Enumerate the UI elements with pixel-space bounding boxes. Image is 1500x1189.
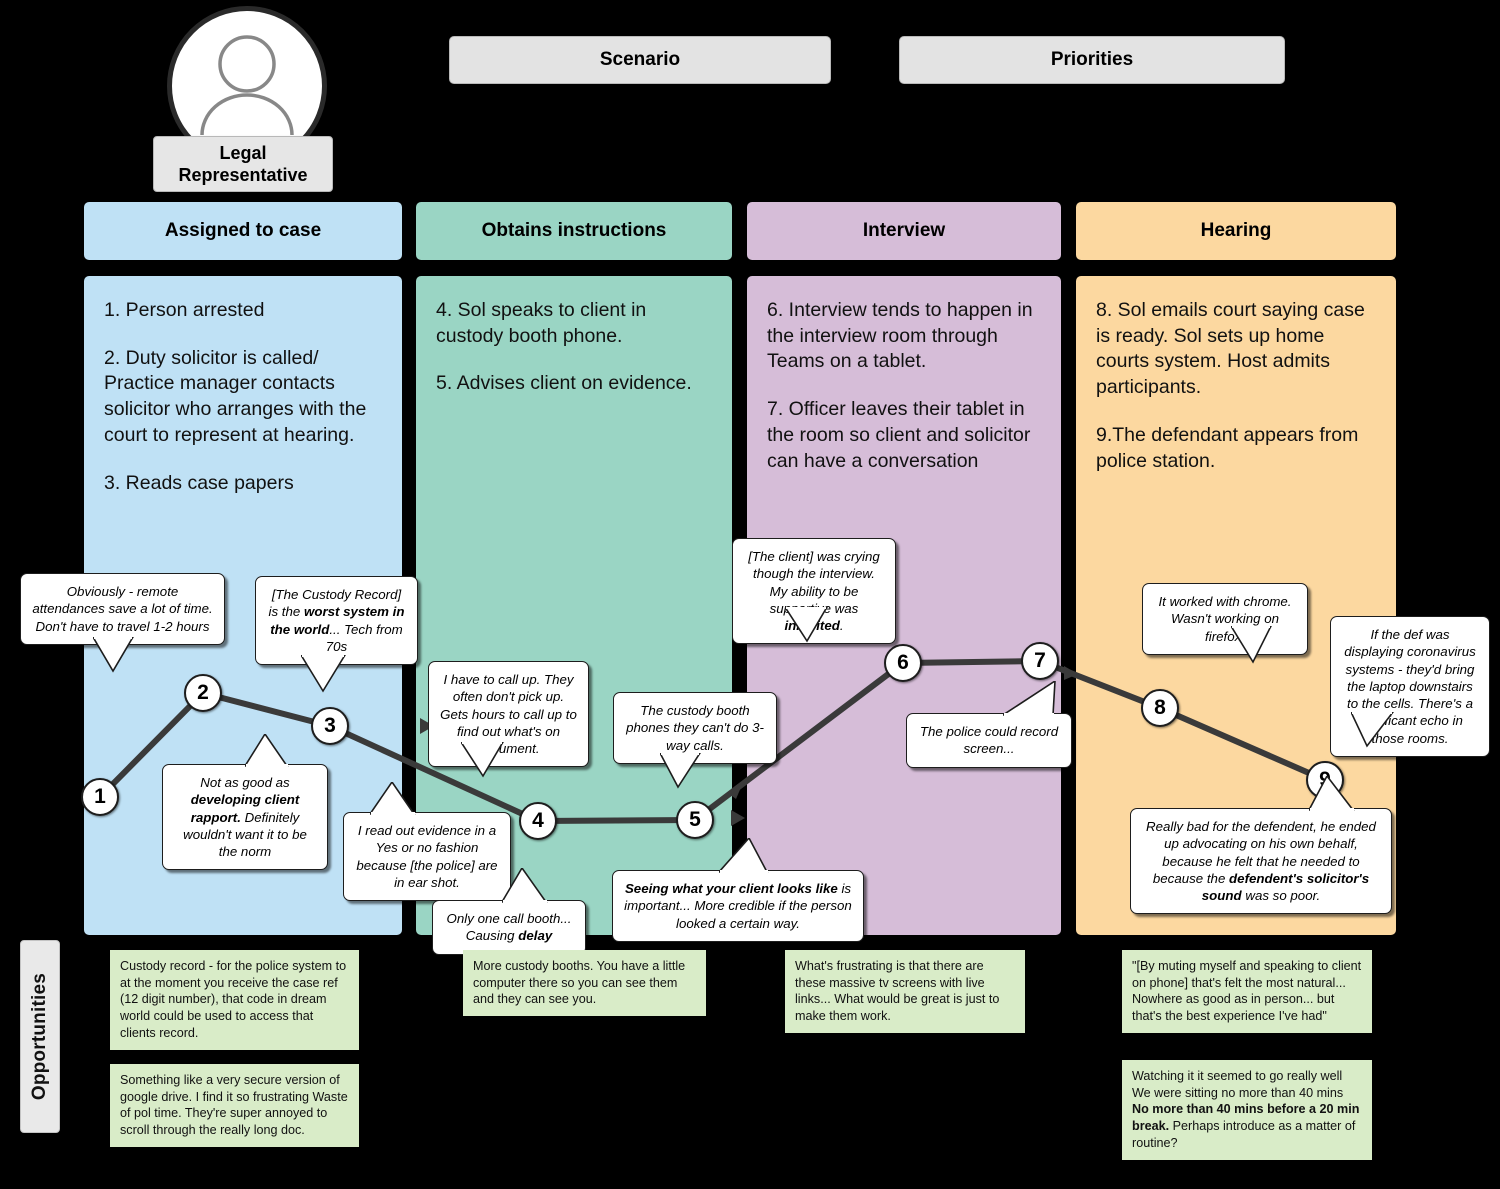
quote-bubble-1: Obviously - remote attendances save a lo… — [20, 573, 225, 673]
bubble-tail-icon — [93, 637, 134, 673]
bubble-tail-icon — [1351, 712, 1395, 748]
journey-node-5[interactable]: 5 — [676, 801, 714, 839]
bubble-tail-icon — [502, 868, 548, 904]
bubble-tail-icon — [245, 734, 289, 768]
bubble-tail-icon — [461, 742, 504, 778]
journey-node-1[interactable]: 1 — [81, 778, 119, 816]
quote-text: Obviously - remote attendances save a lo… — [32, 584, 213, 634]
quote-bubble-7: The custody booth phones they can't do 3… — [613, 692, 777, 789]
bubble-tail-icon — [785, 607, 828, 643]
bubble-tail-icon — [370, 782, 416, 816]
quote-text: [The Custody Record] is the worst system… — [268, 587, 405, 654]
quote-text: Not as good as developing client rapport… — [183, 775, 307, 860]
opportunity-card: Watching it it seemed to go really well … — [1122, 1060, 1372, 1160]
journey-node-3[interactable]: 3 — [311, 707, 349, 745]
quote-text: I read out evidence in a Yes or no fashi… — [356, 823, 498, 890]
bubble-tail-icon — [301, 655, 346, 693]
quote-text: Only one call booth... Causing delay — [446, 911, 572, 944]
quote-text: Seeing what your client looks like is im… — [624, 881, 852, 931]
bubble-tail-icon — [660, 753, 701, 789]
bubble-tail-icon — [1231, 626, 1272, 664]
journey-node-2[interactable]: 2 — [184, 674, 222, 712]
quote-bubble-12: If the def was displaying coronavirus sy… — [1330, 616, 1490, 757]
journey-node-4[interactable]: 4 — [519, 802, 557, 840]
quote-bubble-9: [The client] was crying though the inter… — [732, 538, 896, 645]
journey-map-canvas: Legal Representative Scenario Priorities… — [0, 0, 1500, 1189]
quote-bubble-13: Really bad for the defendent, he ended u… — [1130, 776, 1392, 915]
quote-bubble-3: Not as good as developing client rapport… — [162, 734, 328, 871]
quote-bubble-2: [The Custody Record] is the worst system… — [255, 576, 418, 693]
quote-text: The custody booth phones they can't do 3… — [626, 703, 764, 753]
quote-bubble-4: I have to call up. They often don't pick… — [428, 661, 589, 778]
opportunity-card: "[By muting myself and speaking to clien… — [1122, 950, 1372, 1033]
opportunity-card: More custody booths. You have a little c… — [463, 950, 706, 1017]
quote-bubble-8: Seeing what your client looks like is im… — [612, 838, 864, 942]
quote-bubble-6: Only one call booth... Causing delay — [432, 868, 586, 955]
journey-node-7[interactable]: 7 — [1021, 642, 1059, 680]
bubble-tail-icon — [1003, 681, 1056, 717]
quote-bubble-11: It worked with chrome. Wasn't working on… — [1142, 583, 1308, 664]
opportunity-card: What's frustrating is that there are the… — [785, 950, 1025, 1033]
quote-bubble-10: The police could record screen... — [906, 681, 1072, 768]
quote-text: Really bad for the defendent, he ended u… — [1146, 819, 1376, 904]
opportunities-label-text: Opportunities — [29, 972, 50, 1101]
bubble-tail-icon — [1309, 776, 1355, 812]
quote-text: The police could record screen... — [919, 724, 1059, 757]
journey-node-8[interactable]: 8 — [1141, 689, 1179, 727]
opportunity-card: Custody record - for the police system t… — [110, 950, 359, 1050]
opportunities-label: Opportunities — [20, 940, 60, 1133]
quote-bubble-5: I read out evidence in a Yes or no fashi… — [343, 782, 511, 902]
bubble-tail-icon — [719, 838, 769, 874]
journey-node-6[interactable]: 6 — [884, 644, 922, 682]
opportunity-card: Something like a very secure version of … — [110, 1064, 359, 1147]
